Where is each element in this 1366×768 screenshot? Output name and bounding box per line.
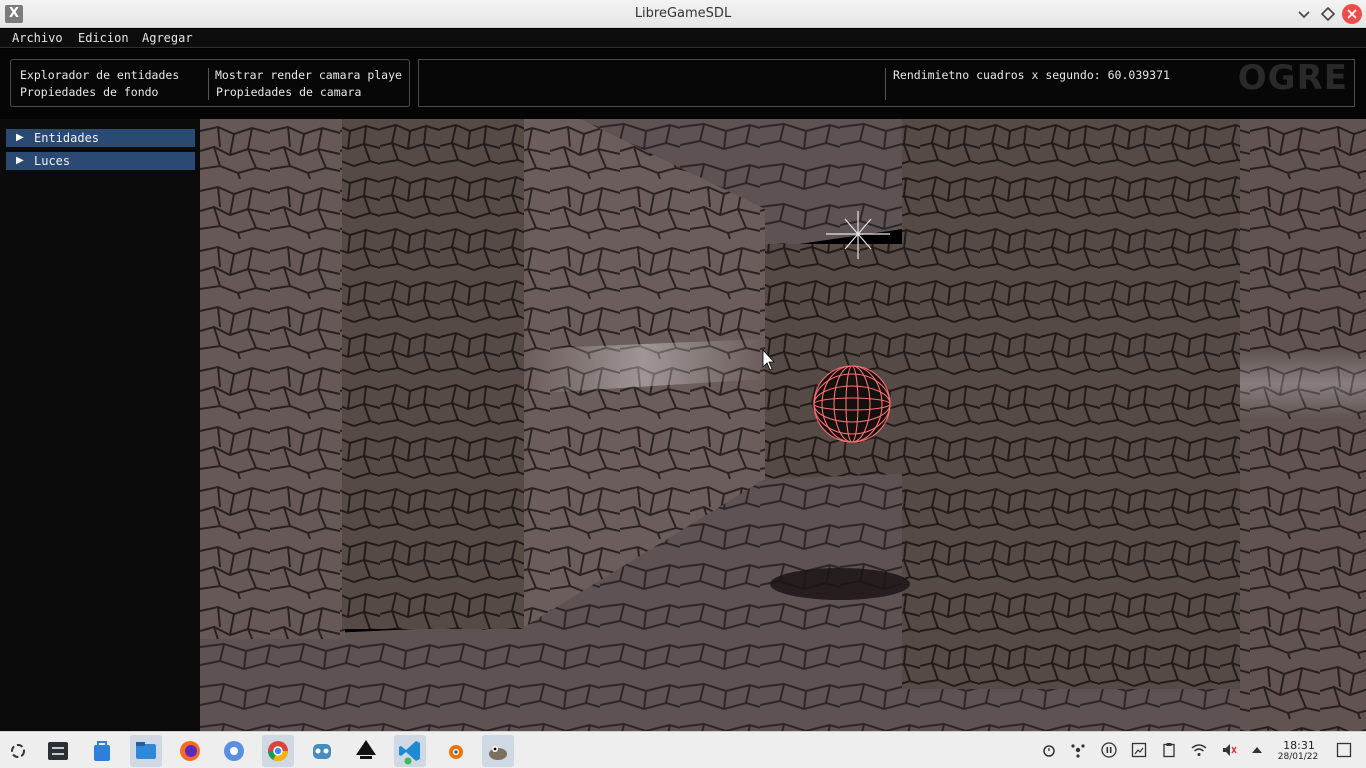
close-button[interactable] xyxy=(1342,4,1362,24)
minimize-button[interactable] xyxy=(1294,4,1314,24)
file-manager-icon xyxy=(136,742,156,759)
media-pause-icon[interactable] xyxy=(1101,742,1117,758)
chevron-down-icon xyxy=(1298,11,1310,19)
alarm-icon[interactable] xyxy=(1041,742,1057,758)
file-manager-button[interactable] xyxy=(130,735,162,767)
wireframe-sphere xyxy=(813,365,891,443)
system-settings-button[interactable] xyxy=(42,735,74,767)
screenshot-icon[interactable] xyxy=(1131,742,1147,758)
clock-date[interactable]: 28/01/22 xyxy=(1276,752,1320,762)
ogre-logo: OGRE xyxy=(1237,59,1348,98)
scene-render xyxy=(200,119,1366,731)
application-launcher-icon xyxy=(11,744,25,758)
menu-agregar[interactable]: Agregar xyxy=(142,31,193,45)
discover-store-button[interactable] xyxy=(86,735,118,767)
show-desktop-icon[interactable] xyxy=(1336,742,1352,758)
tree-node-luces[interactable]: ▶ Luces xyxy=(6,152,195,170)
network-share-icon[interactable] xyxy=(1070,742,1086,758)
chrome-icon xyxy=(267,741,289,762)
clock-time[interactable]: 18:31 xyxy=(1282,739,1316,752)
toolbar-separator xyxy=(208,68,209,100)
menu-edicion[interactable]: Edicion xyxy=(78,31,129,45)
menu-archivo[interactable]: Archivo xyxy=(12,31,63,45)
close-icon xyxy=(1347,9,1357,19)
entity-sidebar: ▶ Entidades ▶ Luces xyxy=(0,119,200,731)
show-player-camera-button[interactable]: Mostrar render camara playe xyxy=(215,68,405,82)
discover-store-icon xyxy=(94,741,110,761)
triangle-right-icon: ▶ xyxy=(16,132,24,143)
chrome-button[interactable] xyxy=(262,735,294,767)
inkscape-icon xyxy=(356,740,376,759)
clipboard-icon[interactable] xyxy=(1161,742,1177,758)
tree-node-entidades[interactable]: ▶ Entidades xyxy=(6,129,195,147)
taskbar xyxy=(0,731,1366,768)
firefox-button[interactable] xyxy=(174,735,206,767)
entity-explorer-button[interactable]: Explorador de entidades xyxy=(20,68,179,82)
gimp-button[interactable] xyxy=(482,735,514,767)
tree-node-label: Entidades xyxy=(34,131,100,145)
background-properties-button[interactable]: Propiedades de fondo xyxy=(20,85,158,99)
maximize-button[interactable] xyxy=(1318,4,1338,24)
system-settings-icon xyxy=(48,742,68,760)
inkscape-button[interactable] xyxy=(350,735,382,767)
render-viewport[interactable] xyxy=(200,119,1366,731)
triangle-right-icon: ▶ xyxy=(16,155,24,166)
toolbar-separator-right xyxy=(885,68,886,100)
title-bar: X LibreGameSDL xyxy=(0,0,1366,28)
vscode-button[interactable] xyxy=(394,735,426,767)
camera-properties-button[interactable]: Propiedades de camara xyxy=(216,85,361,99)
chromium-icon xyxy=(224,741,244,761)
firefox-icon xyxy=(180,741,200,761)
application-launcher-button[interactable] xyxy=(2,735,34,767)
chromium-button[interactable] xyxy=(218,735,250,767)
godot-icon xyxy=(313,744,331,759)
blender-button[interactable] xyxy=(438,735,470,767)
fps-readout: Rendimietno cuadros x segundo: 60.039371 xyxy=(893,68,1170,82)
tree-node-label: Luces xyxy=(34,154,71,168)
vscode-icon xyxy=(399,741,420,765)
window-title: LibreGameSDL xyxy=(634,6,732,21)
blender-icon xyxy=(449,745,463,759)
godot-button[interactable] xyxy=(306,735,338,767)
diamond-icon xyxy=(1320,6,1336,22)
tray-expand-icon[interactable] xyxy=(1249,742,1265,758)
toolbar-right-panel: OGRE Rendimietno cuadros x segundo: 60.0… xyxy=(418,59,1355,107)
menu-bar: Archivo Edicion Agregar xyxy=(0,29,1366,48)
wifi-icon[interactable] xyxy=(1191,742,1207,758)
toolbar: Explorador de entidades Propiedades de f… xyxy=(0,49,1366,119)
toolbar-left-panel: Explorador de entidades Propiedades de f… xyxy=(10,59,410,107)
gimp-icon xyxy=(489,746,507,760)
volume-muted-icon[interactable] xyxy=(1221,742,1237,758)
